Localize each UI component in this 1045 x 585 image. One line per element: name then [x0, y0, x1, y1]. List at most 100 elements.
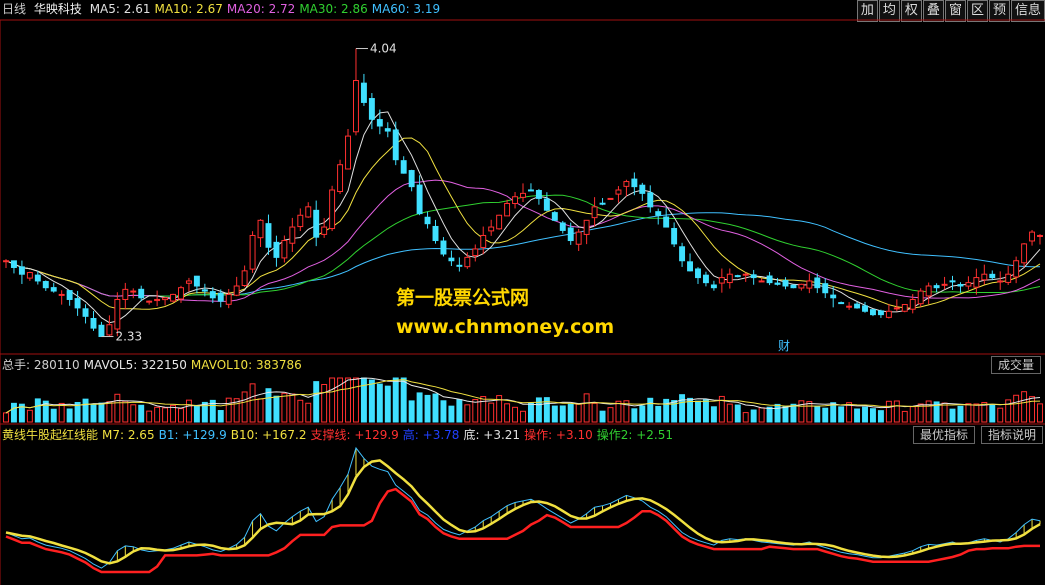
candle-body [18, 266, 25, 275]
volume-bar [416, 392, 423, 423]
indicator-legend: 黄线牛股起红线能 M7: 2.65 B1: +129.9 B10: +167.2 支撑线… [2, 428, 677, 442]
watermark-url: www.chnmoney.com [396, 316, 615, 338]
candle-body [34, 274, 41, 282]
candle-body [909, 298, 916, 310]
mavol5-line [5, 377, 1041, 414]
volume-bar [1013, 394, 1020, 423]
candle-body [925, 285, 932, 297]
candle-body [488, 226, 495, 232]
candle-body [973, 277, 980, 288]
volume-bar [424, 394, 431, 423]
volume-bar [185, 399, 192, 423]
candle-body [965, 282, 972, 287]
volume-header: 总手: 280110 MAVOL5: 322150 MAVOL10: 383786 [0, 356, 1045, 374]
volume-bar [34, 398, 41, 423]
volume-bar [58, 402, 65, 423]
volume-bar [583, 393, 590, 423]
candle-body [846, 305, 853, 308]
volume-bar [265, 388, 272, 423]
candle-body [639, 184, 646, 194]
candle-body [798, 283, 805, 289]
volume-bar [512, 406, 519, 423]
candle-body [480, 234, 487, 248]
volume-bar [766, 406, 773, 423]
indicator-help-button[interactable]: 指标说明 [980, 426, 1043, 444]
volume-bar [838, 406, 845, 423]
volume-bar [440, 400, 447, 423]
volume-bar [702, 399, 709, 423]
candle-body [138, 288, 145, 299]
volume-bar [281, 392, 288, 423]
volume-bar [297, 399, 304, 423]
candle-body [66, 290, 73, 300]
candle-body [710, 284, 717, 289]
candle-body [663, 216, 670, 228]
high-price-label: 4.04 [370, 42, 397, 56]
volume-bar [321, 383, 328, 423]
volume-bar [790, 403, 797, 423]
volume-bar [957, 405, 964, 423]
candle-body [345, 135, 351, 170]
volume-bar [870, 408, 876, 423]
best-indicator-button[interactable]: 最优指标 [912, 426, 975, 444]
candle-body [90, 317, 97, 329]
volume-bar [520, 410, 526, 423]
volume-bar [679, 394, 686, 423]
candle-body [695, 268, 701, 279]
candle-body [432, 225, 439, 242]
candle-body [758, 280, 765, 283]
volume-select-button[interactable]: 成交量 [990, 356, 1041, 374]
volume-bar [862, 406, 868, 423]
candle-body [527, 189, 534, 192]
candle-body [217, 292, 224, 302]
volume-bar [122, 400, 129, 423]
volume-bar [241, 391, 248, 423]
volume-bar [26, 409, 33, 423]
candle-body [1037, 234, 1043, 237]
indicator-legend-item-0: 黄线牛股起红线能 [2, 428, 99, 442]
volume-bar [989, 404, 996, 423]
volume-bar [877, 410, 884, 423]
volume-bar [98, 402, 105, 423]
candle-body [734, 275, 741, 278]
volume-bar [313, 381, 320, 423]
candle-body [313, 209, 320, 238]
watermark-title: 第一股票公式网 [396, 287, 530, 309]
candle-body [464, 256, 471, 268]
volume-bar [504, 403, 511, 423]
volume-bar [607, 407, 614, 423]
candle-body [392, 129, 399, 161]
volume-bar [289, 393, 296, 423]
candle-body [114, 298, 121, 330]
candle-body [408, 170, 415, 188]
volume-bar [527, 402, 534, 423]
volume-bar [599, 410, 606, 423]
volume-bar [90, 403, 97, 423]
candle-body [854, 303, 861, 309]
volume-bar [973, 403, 980, 423]
volume-legend-item-1: MAVOL5: 322150 [83, 358, 187, 372]
candle-body [1029, 231, 1036, 242]
volume-bar [3, 412, 9, 423]
volume-bar [997, 407, 1004, 423]
volume-bar [965, 403, 972, 423]
volume-bar [710, 406, 717, 423]
candle-body [520, 192, 526, 198]
candle-body [830, 294, 837, 299]
candle-body [353, 80, 359, 133]
candle-body [742, 273, 749, 276]
volume-bar [615, 400, 622, 423]
volume-bar [1037, 403, 1043, 423]
candle-body [146, 300, 153, 303]
volume-bar [782, 405, 789, 423]
candle-body [122, 288, 129, 300]
volume-bar [742, 412, 749, 423]
indicator-legend-item-2: B1: +129.9 [158, 428, 227, 442]
candle-body [472, 248, 479, 257]
volume-bar [822, 407, 829, 423]
candle-body [989, 273, 996, 279]
candle-body [814, 277, 821, 289]
candle-body [623, 181, 630, 187]
volume-bar [345, 377, 351, 423]
candle-body [74, 298, 81, 309]
